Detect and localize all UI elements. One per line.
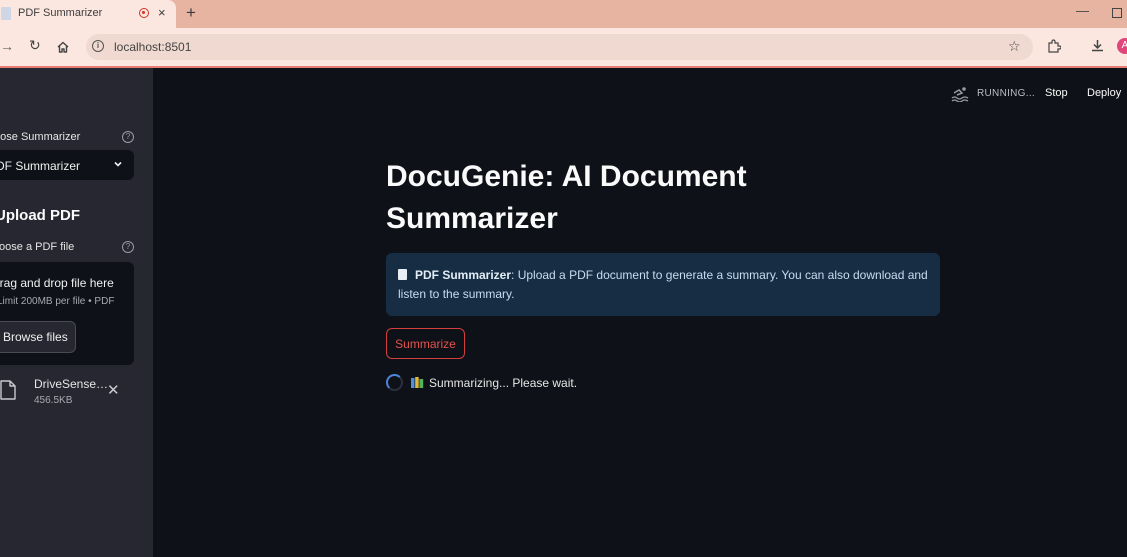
info-alert-strong: PDF Summarizer xyxy=(415,268,512,282)
summarizer-select-value[interactable]: PDF Summarizer xyxy=(0,159,80,173)
download-icon[interactable] xyxy=(1090,38,1105,53)
reload-icon[interactable]: ↻ xyxy=(29,37,41,54)
stop-button[interactable]: Stop xyxy=(1045,87,1068,99)
page-title: DocuGenie: AI Document Summarizer xyxy=(386,160,747,235)
document-icon xyxy=(398,269,407,280)
choose-summarizer-label: Choose Summarizer xyxy=(0,131,81,143)
forward-arrow-icon[interactable]: → xyxy=(0,38,14,54)
window-restore-icon[interactable] xyxy=(1112,8,1122,18)
help-icon[interactable]: ? xyxy=(122,241,134,253)
help-icon[interactable]: ? xyxy=(122,131,134,143)
info-alert-text: PDF Summarizer: Upload a PDF document to… xyxy=(398,266,928,304)
chevron-down-icon[interactable] xyxy=(112,158,124,170)
uploaded-file-name: DriveSense… xyxy=(34,377,109,391)
browse-files-button[interactable]: Browse files xyxy=(0,321,76,353)
tab-title: PDF Summarizer xyxy=(18,7,103,19)
deploy-button[interactable]: Deploy xyxy=(1087,87,1121,99)
bookmark-star-icon[interactable]: ☆ xyxy=(1008,38,1021,55)
summarize-button[interactable]: Summarize xyxy=(386,328,465,359)
remove-file-icon[interactable]: ✕ xyxy=(107,383,120,399)
address-bar[interactable] xyxy=(86,34,1033,60)
window-minimize-icon[interactable]: — xyxy=(1076,3,1089,18)
site-info-icon[interactable]: i xyxy=(92,40,104,52)
dropzone-limit-text: Limit 200MB per file • PDF xyxy=(0,296,115,307)
url-text[interactable]: localhost:8501 xyxy=(114,40,191,54)
upload-pdf-heading: Upload PDF xyxy=(0,207,80,224)
page-favicon-icon xyxy=(1,7,11,20)
extensions-puzzle-icon[interactable] xyxy=(1047,39,1061,53)
tab-close-icon[interactable]: × xyxy=(158,5,166,21)
browser-tab-strip: PDF Summarizer × + — xyxy=(0,0,1127,28)
summarizing-status: Summarizing... Please wait. xyxy=(429,376,578,390)
loading-spinner xyxy=(386,374,403,391)
new-tab-button[interactable]: + xyxy=(186,4,196,22)
running-status: RUNNING... xyxy=(977,88,1035,99)
browser-tab-active[interactable]: PDF Summarizer × xyxy=(0,0,176,28)
recording-indicator-icon xyxy=(139,8,149,18)
uploaded-file-size: 456.5KB xyxy=(34,395,73,406)
books-icon xyxy=(411,377,424,388)
running-swimmer-icon xyxy=(951,87,969,102)
recording-accent-strip xyxy=(0,66,1127,68)
dropzone-title: Drag and drop file here xyxy=(0,276,114,290)
file-icon xyxy=(0,380,16,400)
file-uploader-label: Choose a PDF file xyxy=(0,241,75,253)
home-icon[interactable] xyxy=(56,40,70,54)
profile-avatar[interactable]: A xyxy=(1117,38,1127,54)
